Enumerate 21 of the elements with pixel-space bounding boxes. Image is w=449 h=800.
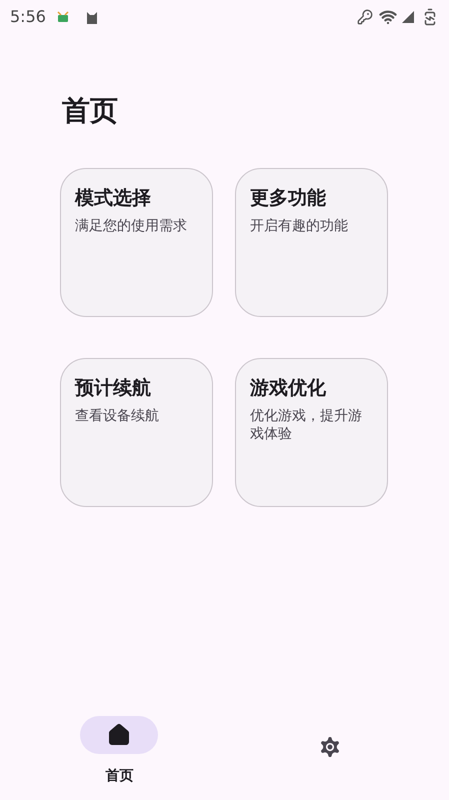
card-subtitle: 开启有趣的功能	[250, 217, 349, 235]
page-title: 首页	[62, 93, 119, 129]
card-subtitle: 优化游戏，提升游戏体验	[250, 407, 363, 443]
wifi-icon	[379, 8, 397, 26]
card-title: 游戏优化	[250, 376, 327, 401]
nav-label: 首页	[105, 767, 134, 786]
feature-card[interactable]: 预计续航 查看设备续航	[60, 358, 213, 507]
status-time: 5:56	[10, 6, 46, 28]
nav-tab[interactable]: 首页	[14, 716, 224, 800]
feature-card[interactable]: 模式选择 满足您的使用需求	[60, 168, 213, 317]
signal-icon	[401, 10, 415, 24]
card-title: 更多功能	[250, 186, 327, 211]
feature-card[interactable]: 更多功能 开启有趣的功能	[235, 168, 388, 317]
key-icon	[357, 9, 373, 25]
card-subtitle: 查看设备续航	[75, 407, 160, 425]
card-title: 模式选择	[75, 186, 152, 211]
card-title: 预计续航	[75, 376, 152, 401]
feature-card[interactable]: 游戏优化 优化游戏，提升游戏体验	[235, 358, 388, 507]
home-icon	[107, 723, 132, 747]
card-subtitle: 满足您的使用需求	[75, 217, 188, 235]
android-icon	[56, 10, 70, 24]
